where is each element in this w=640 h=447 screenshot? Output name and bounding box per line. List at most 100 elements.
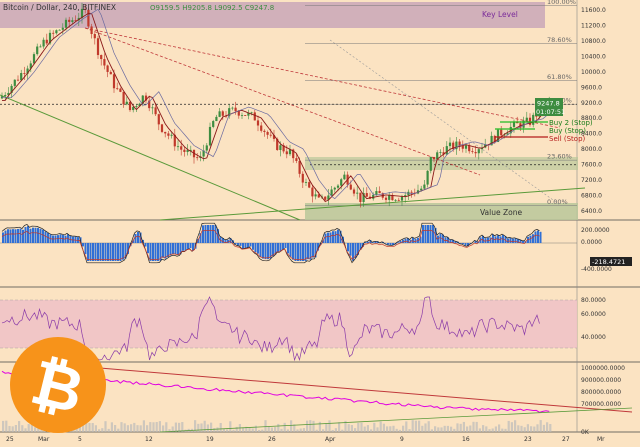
candle-body	[65, 20, 67, 28]
time-tick-label: 25	[6, 436, 14, 443]
macd-bar	[327, 233, 329, 243]
candle-body	[158, 114, 160, 124]
candle-body	[337, 186, 339, 188]
macd-bar	[512, 239, 514, 243]
candle-body	[430, 157, 432, 171]
chart-canvas[interactable]: Key Level Value Zone 100.00%78.60%61.80%…	[0, 0, 640, 443]
price-tick-label: 9200.0	[581, 100, 602, 107]
volume-bar	[28, 424, 30, 432]
volume-bar	[268, 426, 270, 432]
price-tick-label: 6800.0	[581, 192, 602, 199]
volume-bar	[412, 420, 414, 432]
macd-bar	[312, 243, 314, 258]
price-tick-label: 8000.0	[581, 146, 602, 153]
macd-bar	[17, 229, 19, 243]
volume-bar	[543, 425, 545, 432]
volume-bar	[332, 430, 334, 432]
volume-bar	[520, 426, 522, 432]
symbol-title[interactable]: Bitcoin / Dollar, 240, BITFINEX	[3, 3, 116, 12]
macd-bar	[92, 243, 94, 261]
volume-bar	[232, 430, 234, 432]
macd-bar	[212, 225, 214, 243]
macd-bar	[537, 231, 539, 243]
volume-bar	[296, 429, 298, 432]
candle-body	[91, 26, 93, 34]
volume-bar	[303, 428, 305, 432]
candle-body	[449, 143, 451, 146]
macd-bar	[422, 225, 424, 243]
last-price-value: 9247.8	[537, 100, 560, 108]
macd-bar	[277, 243, 279, 252]
ma-fast-line	[2, 13, 549, 201]
time-axis[interactable]: 25Mar5121926Apr9162327Mr	[6, 436, 605, 443]
price-tick-label: 11600.0	[581, 7, 606, 14]
bitcoin-logo: ₿	[10, 337, 106, 433]
candle-body	[209, 127, 211, 145]
volume-bar	[309, 420, 311, 432]
macd-bar	[90, 243, 92, 261]
time-tick-label: 23	[524, 436, 532, 443]
volume-bar	[444, 426, 446, 432]
volume-bar	[24, 428, 26, 432]
volume-bar	[511, 422, 513, 432]
macd-bar	[532, 234, 534, 243]
macd-bar	[302, 243, 304, 261]
price-axis[interactable]: 11600.011200.010800.010400.010000.09600.…	[581, 7, 606, 215]
macd-bar	[287, 243, 289, 253]
volume-bar	[248, 428, 250, 432]
obv-trendline-red	[100, 368, 632, 412]
candle-body	[398, 200, 400, 201]
macd-bar	[412, 238, 414, 243]
volume-bar	[12, 426, 14, 432]
macd-bar	[110, 243, 112, 261]
candle-body	[123, 92, 125, 104]
volume-bar	[117, 429, 119, 432]
volume-bar	[514, 420, 516, 432]
ohlc-readout: O9159.5 H9205.8 L9092.5 C9247.8	[150, 4, 274, 12]
volume-bar	[536, 424, 538, 432]
volume-bar	[319, 422, 321, 432]
macd-bar	[245, 243, 247, 248]
macd-bar	[325, 234, 327, 243]
volume-bar	[421, 426, 423, 432]
macd-bar	[10, 229, 12, 243]
candlestick-series	[1, 3, 550, 208]
volume-bar	[200, 423, 202, 432]
macd-bar	[290, 243, 292, 257]
candle-body	[23, 73, 25, 74]
macd-bar	[375, 241, 377, 243]
candle-body	[177, 146, 179, 147]
obv-trendline-green	[160, 408, 632, 432]
macd-bar	[462, 243, 464, 244]
candle-body	[379, 191, 381, 193]
candle-body	[270, 135, 272, 136]
volume-bar	[92, 423, 94, 432]
volume-bar	[322, 429, 324, 432]
fib-label: 0.00%	[547, 198, 568, 206]
volume-bar	[450, 427, 452, 432]
macd-tick-label: -400.0000	[581, 266, 612, 273]
volume-bar	[466, 426, 468, 432]
volume-bar	[34, 427, 36, 432]
candle-body	[107, 65, 109, 71]
volume-bar	[376, 427, 378, 432]
macd-tick-label: 0.0000	[581, 239, 602, 246]
volume-bar	[258, 430, 260, 432]
candle-body	[401, 197, 403, 201]
volume-bar	[290, 420, 292, 432]
volume-bar	[460, 424, 462, 432]
volume-bar	[207, 424, 209, 432]
candle-body	[180, 146, 182, 149]
volume-bar	[114, 425, 116, 432]
price-tick-label: 8800.0	[581, 115, 602, 122]
volume-bar	[120, 422, 122, 432]
volume-bar	[370, 429, 372, 432]
volume-bar	[111, 422, 113, 432]
volume-bar	[424, 423, 426, 432]
volume-bar	[549, 424, 551, 432]
candle-body	[529, 118, 531, 125]
candle-body	[388, 195, 390, 199]
volume-bar	[130, 424, 132, 432]
trading-chart[interactable]: Key Level Value Zone 100.00%78.60%61.80%…	[0, 0, 640, 443]
macd-bar	[97, 243, 99, 261]
